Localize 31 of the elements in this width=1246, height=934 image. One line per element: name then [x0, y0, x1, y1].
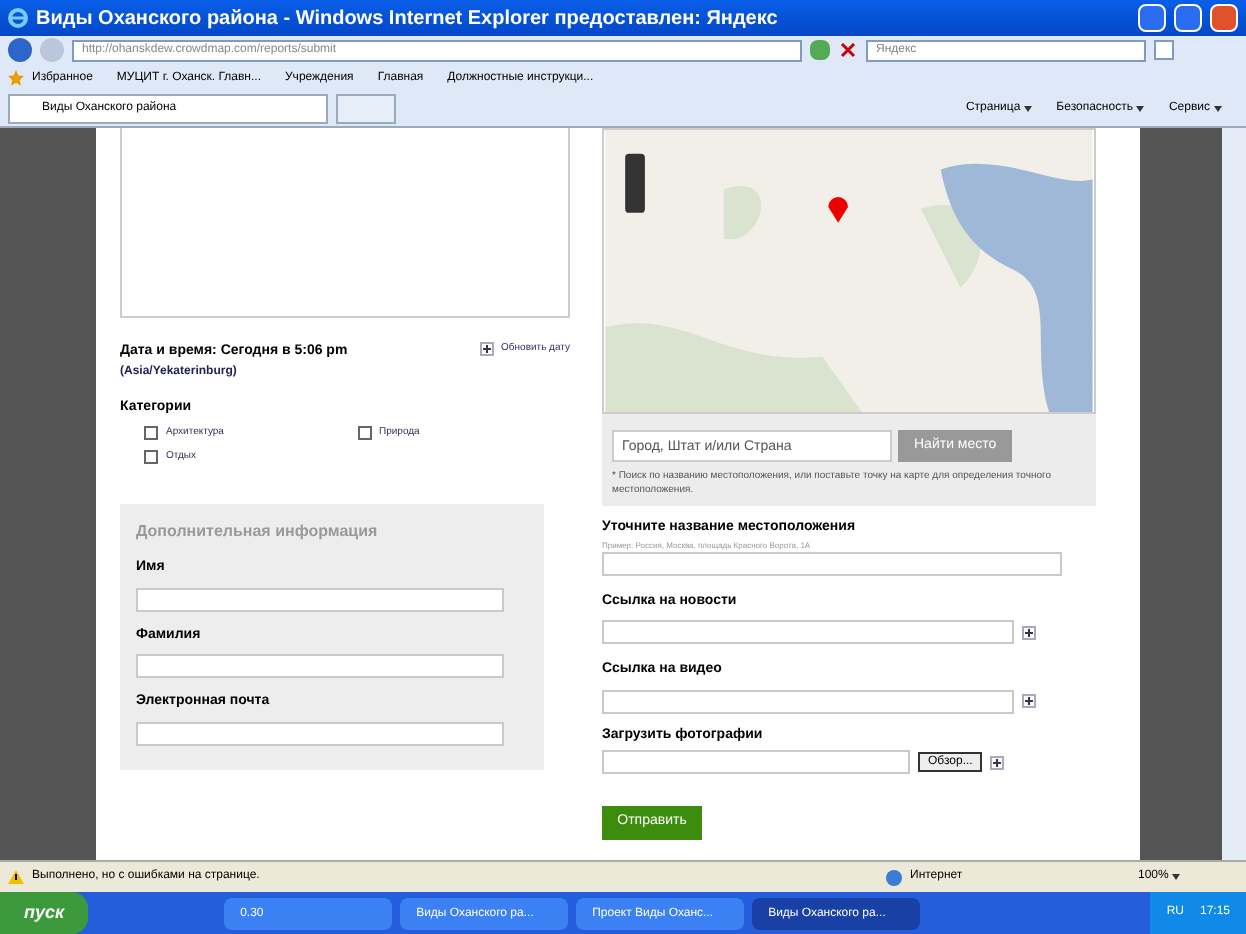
- caret-icon: [1214, 106, 1222, 112]
- input-field[interactable]: [136, 721, 504, 745]
- section-title: Дополнительная информация: [136, 520, 380, 544]
- plus-icon[interactable]: [1022, 625, 1036, 639]
- plus-icon[interactable]: [479, 342, 494, 356]
- input-field[interactable]: [602, 551, 1062, 575]
- caret-icon: [1172, 874, 1181, 880]
- stop-icon[interactable]: [838, 40, 858, 60]
- plus-icon[interactable]: [990, 755, 1005, 769]
- input-field[interactable]: [136, 654, 504, 678]
- globe-icon: [886, 869, 902, 885]
- caret-icon: [1136, 106, 1145, 112]
- window-title: Виды Оханского района - Windows Internet Explorer предоставлен: Яндекс: [36, 5, 780, 33]
- caret-icon: [1024, 106, 1033, 112]
- close-icon[interactable]: [1210, 4, 1238, 32]
- scrollbar[interactable]: [1222, 128, 1246, 860]
- back-icon[interactable]: [8, 38, 32, 62]
- map-drawing[interactable]: [602, 128, 1096, 414]
- plus-icon[interactable]: [1022, 694, 1036, 708]
- input-field[interactable]: [136, 587, 504, 611]
- input-field[interactable]: [602, 689, 1014, 713]
- category-checkbox[interactable]: [144, 449, 158, 464]
- new-tab-button[interactable]: [336, 94, 396, 124]
- warning-icon[interactable]: [8, 870, 24, 884]
- category-checkbox[interactable]: [144, 426, 158, 441]
- category-checkbox[interactable]: [357, 426, 371, 441]
- start-button[interactable]: пуск: [0, 892, 89, 934]
- browser-icon: [8, 8, 28, 28]
- star-icon: [8, 70, 24, 86]
- input-field[interactable]: [602, 620, 1014, 644]
- file-field[interactable]: [602, 750, 910, 774]
